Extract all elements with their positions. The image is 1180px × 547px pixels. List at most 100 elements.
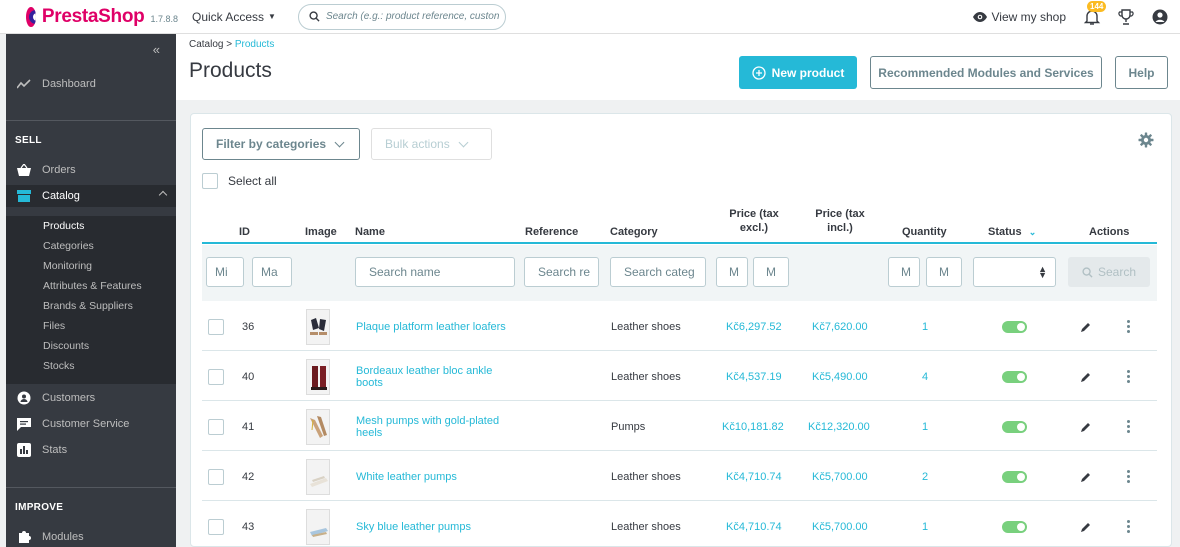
logo-text: PrestaShop: [41, 5, 145, 27]
more-actions-icon[interactable]: [1127, 320, 1130, 333]
new-product-button[interactable]: New product: [739, 56, 857, 89]
column-header-price-excl[interactable]: Price (tax excl.): [721, 207, 787, 235]
edit-pencil-icon[interactable]: [1080, 471, 1092, 483]
sidebar-item-stats[interactable]: Stats: [6, 439, 176, 461]
account-button[interactable]: [1150, 7, 1170, 27]
edit-pencil-icon[interactable]: [1080, 321, 1092, 333]
filter-name-input[interactable]: Search name: [355, 257, 515, 287]
row-price-incl[interactable]: Kč5,700.00: [812, 502, 868, 547]
achievements-button[interactable]: [1116, 7, 1136, 27]
row-checkbox[interactable]: [208, 368, 224, 385]
sidebar-subitem-products[interactable]: Products: [43, 220, 84, 232]
sort-arrows-icon: ▲ ▼: [1038, 264, 1047, 280]
edit-pencil-icon[interactable]: [1080, 371, 1092, 383]
sidebar-subitem-stocks[interactable]: Stocks: [43, 360, 75, 372]
notifications-button[interactable]: 144: [1082, 1, 1107, 27]
collapse-sidebar-icon[interactable]: «: [153, 42, 160, 57]
row-quantity[interactable]: 1: [922, 302, 928, 351]
row-price-incl[interactable]: Kč5,490.00: [812, 352, 868, 401]
search-input[interactable]: Search (e.g.: product reference, custon: [297, 3, 506, 30]
view-shop-link[interactable]: View my shop: [972, 10, 1066, 24]
sidebar-item-dashboard[interactable]: Dashboard: [6, 72, 176, 96]
sidebar-subitem-categories[interactable]: Categories: [43, 240, 94, 252]
row-price-excl[interactable]: Kč4,710.74: [726, 452, 782, 501]
more-actions-icon[interactable]: [1127, 520, 1130, 533]
column-header-reference[interactable]: Reference: [525, 225, 578, 239]
select-all-checkbox[interactable]: [202, 173, 218, 189]
product-name-link[interactable]: White leather pumps: [356, 452, 526, 501]
row-price-excl[interactable]: Kč10,181.82: [722, 402, 784, 451]
filter-category-input[interactable]: Search categ: [610, 257, 706, 287]
filter-by-categories-button[interactable]: Filter by categories: [202, 128, 360, 160]
filter-reference-input[interactable]: Search re: [524, 257, 599, 287]
more-actions-icon[interactable]: [1127, 370, 1130, 383]
status-toggle[interactable]: [1002, 420, 1027, 433]
status-toggle[interactable]: [1002, 370, 1027, 383]
row-checkbox[interactable]: [208, 318, 224, 335]
sidebar-item-customer-service[interactable]: Customer Service: [6, 413, 176, 435]
filter-id-max[interactable]: Ma: [252, 257, 292, 287]
prestashop-logo[interactable]: PrestaShop 1.7.8.8: [26, 6, 178, 28]
product-name-link[interactable]: Plaque platform leather loafers: [356, 302, 526, 351]
row-price-excl[interactable]: Kč4,710.74: [726, 502, 782, 547]
breadcrumb: Catalog > Products: [189, 39, 274, 50]
product-name-link[interactable]: Bordeaux leather bloc ankle boots: [356, 352, 526, 401]
filter-search-button[interactable]: Search: [1068, 257, 1150, 287]
column-header-status[interactable]: Status ⌄: [988, 225, 1036, 239]
column-header-image: Image: [305, 226, 337, 238]
filter-qty-min[interactable]: M: [888, 257, 920, 287]
more-actions-icon[interactable]: [1127, 420, 1130, 433]
filter-qty-max[interactable]: M: [926, 257, 962, 287]
filter-price-min[interactable]: M: [716, 257, 748, 287]
row-quantity[interactable]: 2: [922, 452, 928, 501]
status-toggle[interactable]: [1002, 470, 1027, 483]
sidebar-subitem-brands[interactable]: Brands & Suppliers: [43, 300, 133, 312]
column-header-price-incl[interactable]: Price (tax incl.): [807, 207, 873, 235]
filter-status-select[interactable]: ▲ ▼: [973, 257, 1056, 287]
filter-id-min[interactable]: Mi: [206, 257, 244, 287]
row-price-excl[interactable]: Kč4,537.19: [726, 352, 782, 401]
sidebar-item-customers[interactable]: Customers: [6, 387, 176, 409]
row-quantity[interactable]: 1: [922, 402, 928, 451]
bulk-actions-button[interactable]: Bulk actions: [371, 128, 492, 160]
product-thumbnail[interactable]: [306, 408, 330, 445]
sidebar-item-modules[interactable]: Modules: [6, 526, 176, 547]
column-header-category[interactable]: Category: [610, 225, 658, 239]
column-header-id[interactable]: ID: [239, 225, 250, 239]
sidebar-subitem-discounts[interactable]: Discounts: [43, 340, 89, 352]
product-thumbnail[interactable]: [306, 508, 330, 545]
product-name-link[interactable]: Sky blue leather pumps: [356, 502, 526, 547]
settings-button[interactable]: [1138, 132, 1154, 148]
filter-price-max[interactable]: M: [753, 257, 789, 287]
row-checkbox[interactable]: [208, 418, 224, 435]
status-toggle[interactable]: [1002, 320, 1027, 333]
more-actions-icon[interactable]: [1127, 470, 1130, 483]
product-thumbnail[interactable]: [306, 358, 330, 395]
column-header-quantity[interactable]: Quantity: [902, 225, 947, 239]
sidebar-subitem-files[interactable]: Files: [43, 320, 65, 332]
select-all[interactable]: Select all: [202, 173, 277, 189]
row-checkbox[interactable]: [208, 518, 224, 535]
product-name-link[interactable]: Mesh pumps with gold-plated heels: [356, 402, 526, 451]
help-button[interactable]: Help: [1115, 56, 1168, 89]
status-toggle[interactable]: [1002, 520, 1027, 533]
row-quantity[interactable]: 1: [922, 502, 928, 547]
sidebar-subitem-monitoring[interactable]: Monitoring: [43, 260, 92, 272]
sidebar-item-catalog[interactable]: Catalog: [6, 185, 176, 207]
edit-pencil-icon[interactable]: [1080, 421, 1092, 433]
row-price-incl[interactable]: Kč5,700.00: [812, 452, 868, 501]
sidebar-item-orders[interactable]: Orders: [6, 159, 176, 181]
sidebar-subitem-attributes[interactable]: Attributes & Features: [43, 280, 142, 292]
edit-pencil-icon[interactable]: [1080, 521, 1092, 533]
recommended-modules-button[interactable]: Recommended Modules and Services: [870, 56, 1102, 89]
row-price-incl[interactable]: Kč12,320.00: [808, 402, 870, 451]
row-price-excl[interactable]: Kč6,297.52: [726, 302, 782, 351]
quick-access-dropdown[interactable]: Quick Access ▼: [192, 10, 276, 24]
column-header-name[interactable]: Name: [355, 225, 385, 239]
row-quantity[interactable]: 4: [922, 352, 928, 401]
row-checkbox[interactable]: [208, 468, 224, 485]
product-thumbnail[interactable]: [306, 308, 330, 345]
product-thumbnail[interactable]: [306, 458, 330, 495]
row-price-incl[interactable]: Kč7,620.00: [812, 302, 868, 351]
breadcrumb-catalog[interactable]: Catalog: [189, 39, 223, 50]
